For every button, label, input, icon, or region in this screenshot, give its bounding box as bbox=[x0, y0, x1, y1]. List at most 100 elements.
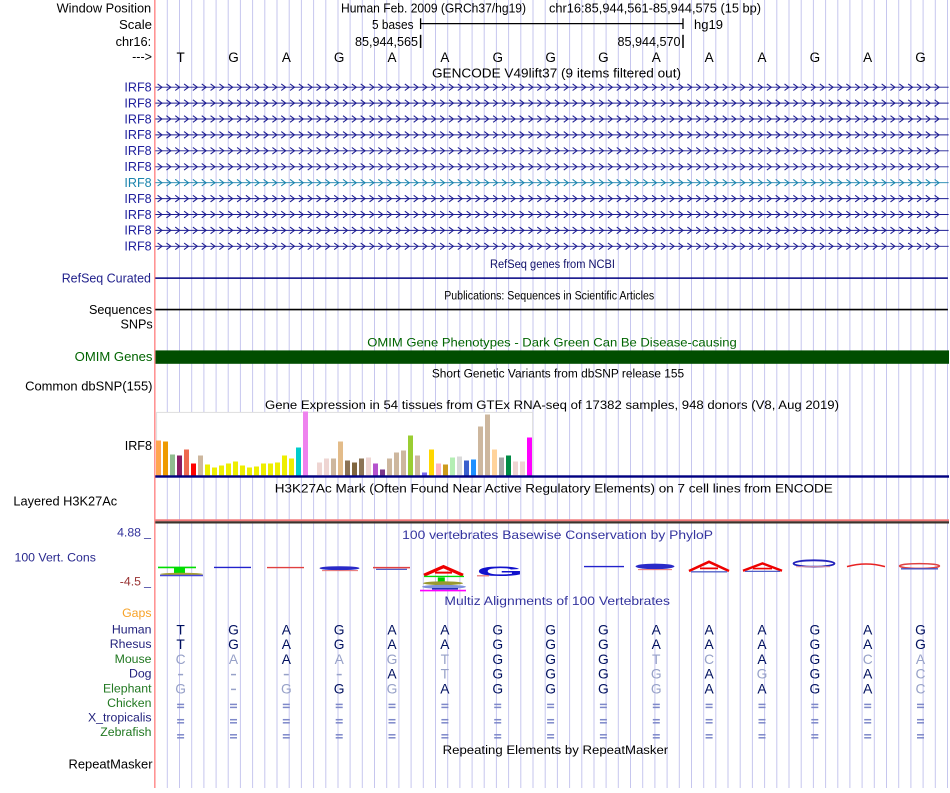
svg-text:G: G bbox=[334, 622, 345, 637]
svg-text:A: A bbox=[757, 622, 767, 637]
svg-text:C: C bbox=[176, 652, 186, 667]
svg-text:G: G bbox=[228, 50, 239, 65]
svg-text:IRF8: IRF8 bbox=[124, 160, 151, 174]
svg-text:A: A bbox=[229, 652, 239, 667]
svg-text:A: A bbox=[388, 50, 397, 65]
svg-text:A: A bbox=[387, 667, 397, 682]
svg-text:T: T bbox=[441, 667, 450, 682]
svg-text:A: A bbox=[652, 637, 662, 652]
svg-text:A: A bbox=[282, 50, 291, 65]
svg-text:G: G bbox=[334, 50, 345, 65]
svg-text:G: G bbox=[545, 667, 556, 682]
svg-text:G: G bbox=[334, 637, 345, 652]
svg-text:A: A bbox=[863, 667, 873, 682]
svg-text:IRF8: IRF8 bbox=[124, 96, 151, 110]
svg-text:A: A bbox=[387, 637, 397, 652]
svg-text:A: A bbox=[757, 681, 767, 696]
svg-text:G: G bbox=[545, 637, 556, 652]
svg-text:G: G bbox=[545, 681, 556, 696]
svg-text:Repeating Elements by RepeatMa: Repeating Elements by RepeatMasker bbox=[443, 743, 669, 757]
svg-text:A: A bbox=[705, 637, 715, 652]
svg-text:chr16:85,944,561-85,944,575 (1: chr16:85,944,561-85,944,575 (15 bp) bbox=[549, 0, 761, 15]
svg-text:G: G bbox=[598, 652, 609, 667]
svg-text:T: T bbox=[176, 637, 185, 652]
svg-text:G: G bbox=[809, 622, 820, 637]
svg-text:G: G bbox=[757, 667, 768, 682]
svg-text:IRF8: IRF8 bbox=[124, 192, 151, 206]
svg-text:X_tropicalis: X_tropicalis bbox=[88, 711, 152, 725]
svg-text:100 vertebrates Basewise Conse: 100 vertebrates Basewise Conservation by… bbox=[402, 528, 713, 542]
svg-text:Layered H3K27Ac: Layered H3K27Ac bbox=[13, 495, 117, 509]
svg-text:A: A bbox=[282, 652, 292, 667]
svg-text:IRF8: IRF8 bbox=[124, 112, 151, 126]
svg-text:IRF8: IRF8 bbox=[124, 176, 151, 190]
svg-text:GENCODE V49lift37 (9 items fil: GENCODE V49lift37 (9 items filtered out) bbox=[432, 66, 681, 80]
svg-text:G: G bbox=[492, 681, 503, 696]
svg-text:4.88: 4.88 bbox=[117, 526, 141, 540]
svg-text:Elephant: Elephant bbox=[103, 682, 152, 696]
svg-text:Scale: Scale bbox=[119, 18, 152, 32]
svg-text:OMIM Genes: OMIM Genes bbox=[75, 350, 153, 364]
svg-text:C: C bbox=[916, 667, 926, 682]
svg-text:85,944,565: 85,944,565 bbox=[355, 34, 418, 49]
svg-text:A: A bbox=[863, 681, 873, 696]
svg-text:A: A bbox=[440, 681, 450, 696]
svg-text:SNPs: SNPs bbox=[120, 318, 152, 332]
svg-text:Multiz Alignments of 100 Verte: Multiz Alignments of 100 Vertebrates bbox=[444, 594, 670, 608]
svg-text:Human: Human bbox=[112, 622, 152, 636]
svg-text:G: G bbox=[809, 637, 820, 652]
svg-text:T: T bbox=[177, 50, 185, 65]
svg-text:C: C bbox=[704, 652, 714, 667]
svg-text:Zebrafish: Zebrafish bbox=[100, 725, 151, 739]
svg-text:T: T bbox=[652, 652, 661, 667]
svg-text:G: G bbox=[651, 681, 662, 696]
svg-text:A: A bbox=[863, 622, 873, 637]
svg-text:Chicken: Chicken bbox=[107, 696, 152, 710]
svg-text:Sequences: Sequences bbox=[89, 303, 152, 317]
svg-text:A: A bbox=[705, 681, 715, 696]
svg-text:A: A bbox=[440, 50, 449, 65]
svg-text:Common dbSNP(155): Common dbSNP(155) bbox=[25, 379, 152, 393]
svg-text:chr16:: chr16: bbox=[116, 35, 152, 49]
svg-text:T: T bbox=[176, 622, 185, 637]
svg-text:-4.5: -4.5 bbox=[120, 575, 141, 589]
svg-text:G: G bbox=[281, 681, 292, 696]
svg-text:G: G bbox=[492, 667, 503, 682]
svg-text:G: G bbox=[809, 652, 820, 667]
svg-text:A: A bbox=[440, 637, 450, 652]
svg-text:A: A bbox=[863, 50, 872, 65]
svg-text:RefSeq Curated: RefSeq Curated bbox=[62, 272, 151, 286]
svg-text:Gaps: Gaps bbox=[122, 606, 151, 620]
svg-text:A: A bbox=[916, 652, 926, 667]
svg-text:Short Genetic Variants from db: Short Genetic Variants from dbSNP releas… bbox=[432, 366, 684, 380]
svg-text:G: G bbox=[598, 622, 609, 637]
svg-text:G: G bbox=[387, 681, 398, 696]
svg-text:G: G bbox=[492, 652, 503, 667]
svg-text:G: G bbox=[175, 681, 186, 696]
svg-text:A: A bbox=[282, 637, 292, 652]
svg-text:hg19: hg19 bbox=[694, 17, 723, 32]
svg-text:A: A bbox=[652, 622, 662, 637]
svg-text:G: G bbox=[598, 681, 609, 696]
svg-text:G: G bbox=[545, 652, 556, 667]
svg-text:Dog: Dog bbox=[129, 667, 152, 681]
svg-text:--->: ---> bbox=[132, 50, 152, 64]
svg-text:A: A bbox=[705, 667, 715, 682]
svg-text:OMIM Gene Phenotypes - Dark Gr: OMIM Gene Phenotypes - Dark Green Can Be… bbox=[367, 335, 737, 349]
svg-text:G: G bbox=[228, 622, 239, 637]
svg-text:G: G bbox=[492, 622, 503, 637]
svg-text:IRF8: IRF8 bbox=[124, 81, 151, 95]
svg-text:G: G bbox=[915, 50, 926, 65]
svg-text:5 bases: 5 bases bbox=[372, 17, 414, 32]
svg-text:Gene Expression in 54 tissues: Gene Expression in 54 tissues from GTEx … bbox=[265, 398, 839, 412]
svg-text:G: G bbox=[915, 637, 926, 652]
svg-text:G: G bbox=[492, 637, 503, 652]
svg-text:Rhesus: Rhesus bbox=[110, 637, 152, 651]
svg-text:Mouse: Mouse bbox=[115, 652, 152, 666]
svg-text:G: G bbox=[545, 622, 556, 637]
svg-text:A: A bbox=[282, 622, 292, 637]
svg-text:G: G bbox=[387, 652, 398, 667]
svg-text:G: G bbox=[809, 681, 820, 696]
svg-text:IRF8: IRF8 bbox=[124, 128, 151, 142]
svg-text:_: _ bbox=[143, 526, 151, 540]
